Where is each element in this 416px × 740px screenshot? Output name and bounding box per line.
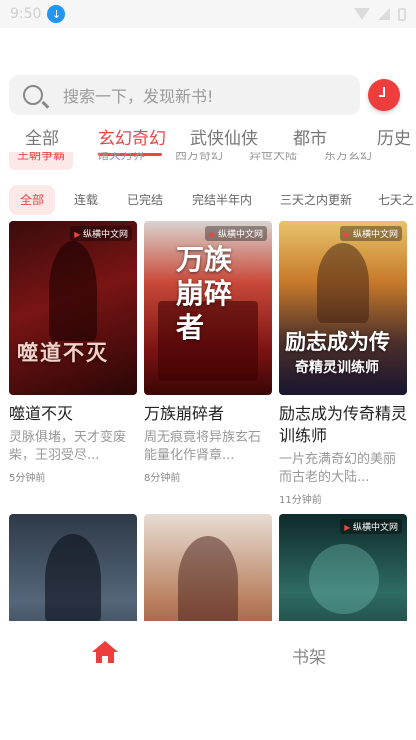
- cover-figure: [45, 534, 101, 624]
- filter-completed-half-year[interactable]: 完结半年内: [192, 185, 252, 215]
- search-placeholder: 搜索一下，发现新书!: [63, 87, 214, 106]
- subcategory-row: 王朝争霸 诸天万界 西方奇幻 异世大陆 东方玄幻: [0, 152, 416, 176]
- subcat-dynasty[interactable]: 王朝争霸: [9, 152, 74, 170]
- book-title: 万族崩碎者: [144, 404, 225, 423]
- subcat-western-fantasy[interactable]: 西方奇幻: [175, 152, 223, 170]
- cover-brand: 纵横中文网: [340, 226, 402, 241]
- download-icon: ↓: [47, 5, 66, 23]
- battery-icon: [398, 7, 406, 21]
- book-card[interactable]: 纵横中文网 万族崩碎者 万族崩碎者 周无痕竟将异族玄石能量化作肾章... 8分钟…: [144, 221, 272, 484]
- status-icons: [354, 7, 406, 21]
- book-update-time: 5分钟前: [9, 473, 46, 484]
- filter-updated-7-days[interactable]: 七天之: [378, 185, 414, 215]
- filter-serializing[interactable]: 连载: [74, 185, 98, 215]
- tab-wuxia[interactable]: 武侠仙侠: [190, 124, 258, 149]
- tab-all[interactable]: 全部: [25, 124, 59, 149]
- cover-figure: [317, 243, 369, 323]
- cover-brand: 纵横中文网: [205, 226, 267, 241]
- filter-completed[interactable]: 已完结: [127, 185, 163, 215]
- book-title: 励志成为传奇精灵训练师: [279, 404, 408, 445]
- bottom-nav: 书架: [0, 621, 416, 740]
- book-card[interactable]: 纵横中文网 励志成为传 奇精灵训练师 励志成为传奇精灵训练师 一片充满奇幻的美丽…: [279, 221, 407, 506]
- cover-figure: [178, 536, 238, 626]
- wifi-icon: [354, 8, 370, 20]
- search-input[interactable]: 搜索一下，发现新书!: [9, 75, 360, 115]
- tab-history[interactable]: 历史: [377, 124, 411, 149]
- subcat-otherworld[interactable]: 异世大陆: [249, 152, 297, 170]
- cover-dragon: [309, 544, 379, 614]
- cover-brand: 纵横中文网: [340, 519, 402, 534]
- cover-title: 噬道不灭: [17, 340, 109, 365]
- book-desc: 一片充满奇幻的美丽而古老的大陆...: [279, 452, 397, 485]
- status-time: 9:50: [10, 6, 42, 22]
- filter-updated-3-days[interactable]: 三天之内更新: [280, 185, 352, 215]
- subcat-multiverse[interactable]: 诸天万界: [97, 152, 145, 170]
- search-icon: [23, 85, 43, 105]
- book-desc: 灵脉俱堵，天才变废柴，王羽受尽...: [9, 430, 127, 463]
- cover-title: 励志成为传: [285, 329, 390, 354]
- signal-icon: [378, 8, 390, 20]
- cover-subtitle: 奇精灵训练师: [295, 360, 379, 376]
- cover-brand: 纵横中文网: [70, 226, 132, 241]
- book-desc: 周无痕竟将异族玄石能量化作肾章...: [144, 430, 262, 463]
- nav-bookshelf[interactable]: 书架: [292, 643, 326, 668]
- subcat-eastern-fantasy[interactable]: 东方玄幻: [324, 152, 372, 170]
- status-bar: 9:50 ↓: [0, 0, 416, 28]
- book-title: 噬道不灭: [9, 404, 74, 423]
- book-cover: 纵横中文网 噬道不灭: [9, 221, 137, 395]
- filter-row: 全部 连载 已完结 完结半年内 三天之内更新 七天之: [0, 185, 416, 215]
- book-update-time: 11分钟前: [279, 495, 322, 506]
- home-icon[interactable]: [92, 641, 118, 665]
- book-update-time: 8分钟前: [144, 473, 181, 484]
- cover-title: 万族崩碎者: [176, 243, 233, 344]
- book-cover: 纵横中文网 励志成为传 奇精灵训练师: [279, 221, 407, 395]
- tab-urban[interactable]: 都市: [293, 124, 327, 149]
- book-card[interactable]: 纵横中文网 噬道不灭 噬道不灭 灵脉俱堵，天才变废柴，王羽受尽... 5分钟前: [9, 221, 137, 484]
- book-cover: 纵横中文网 万族崩碎者: [144, 221, 272, 395]
- tab-fantasy[interactable]: 玄幻奇幻: [98, 124, 166, 149]
- history-clock-button[interactable]: [368, 79, 400, 111]
- filter-all[interactable]: 全部: [9, 185, 56, 215]
- home-door: [102, 656, 108, 663]
- cover-figure: [49, 241, 97, 341]
